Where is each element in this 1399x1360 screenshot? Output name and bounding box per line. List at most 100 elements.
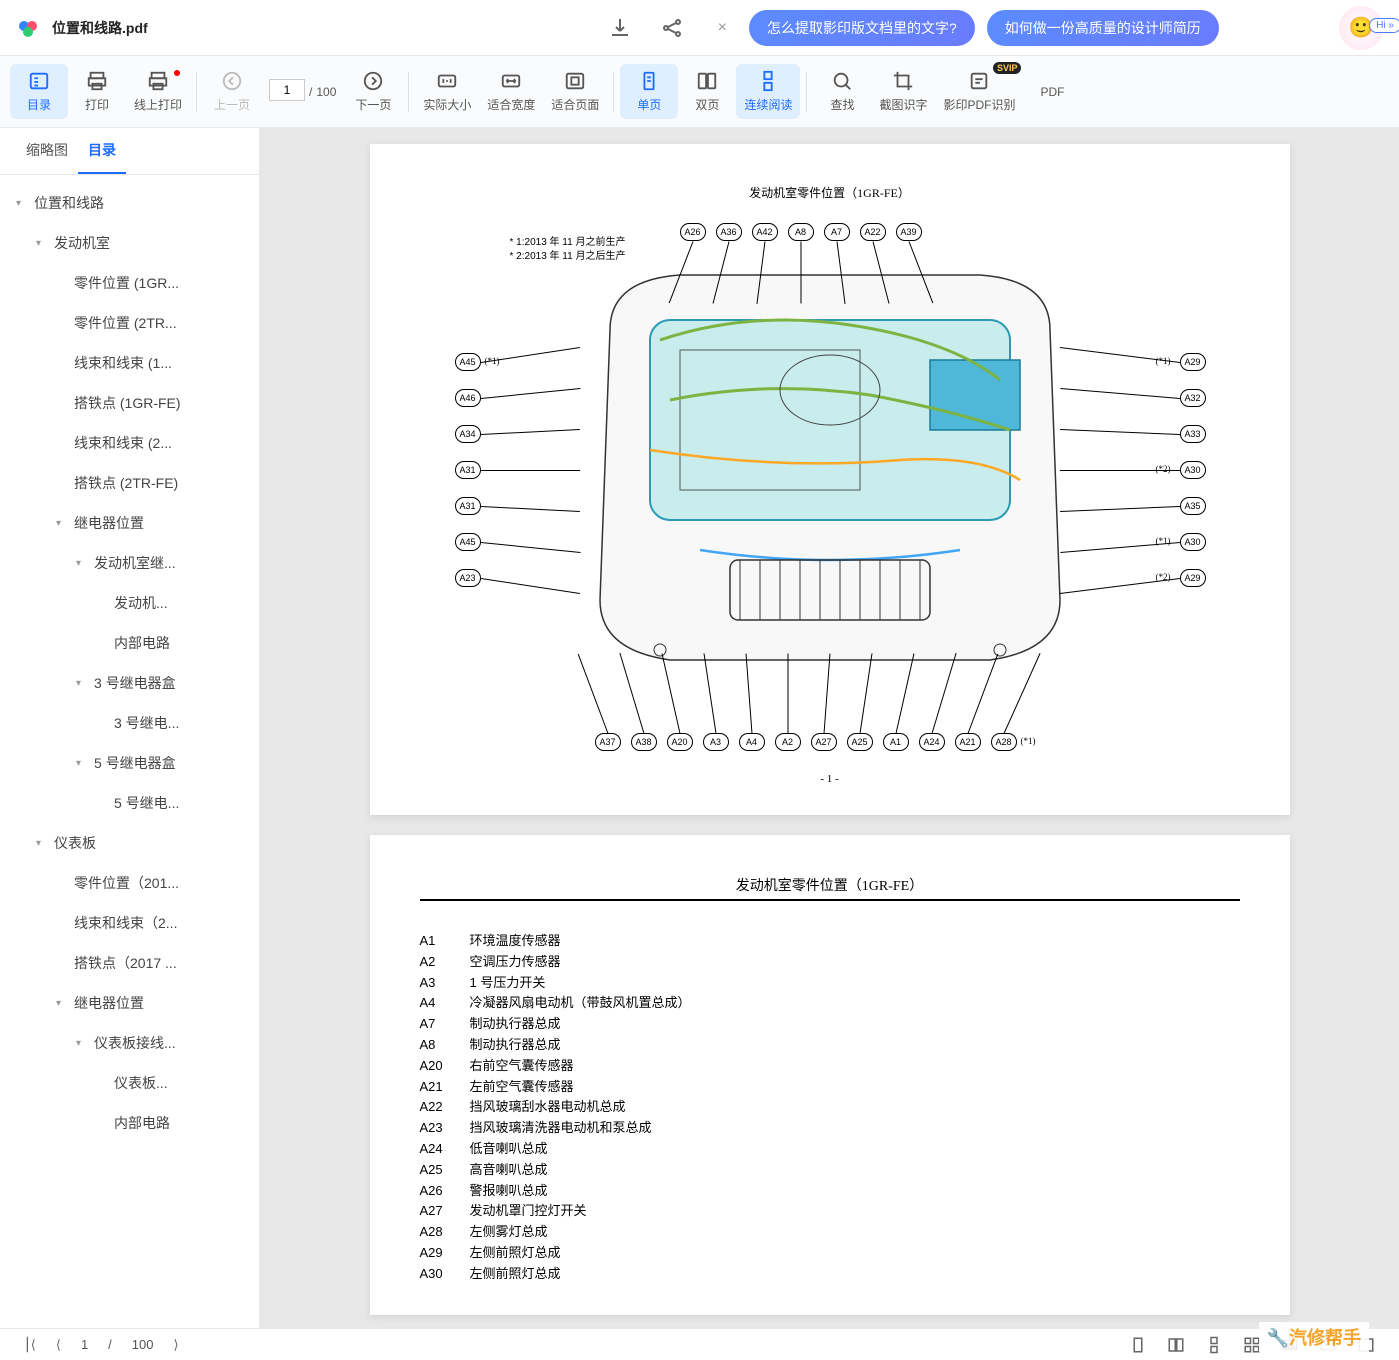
outline-item-label: 仪表板 [54, 833, 96, 853]
search-button[interactable]: 查找 [813, 64, 871, 119]
outline-item[interactable]: ▸线束和线束 (2... [0, 423, 259, 463]
part-description: 挡风玻璃刮水器电动机总成 [470, 1097, 626, 1118]
outline-item[interactable]: ▸仪表板... [0, 1063, 259, 1103]
table-row: A31 号压力开关 [420, 973, 1240, 994]
table-row: A24低音喇叭总成 [420, 1139, 1240, 1160]
chevron-down-icon[interactable]: ▾ [76, 1038, 90, 1049]
outline-item[interactable]: ▾3 号继电器盒 [0, 663, 259, 703]
outline-item-label: 5 号继电... [114, 793, 179, 813]
outline-item[interactable]: ▸搭铁点（2017 ... [0, 943, 259, 983]
double-view-icon[interactable] [1167, 1336, 1185, 1354]
chevron-down-icon[interactable]: ▾ [36, 238, 50, 249]
continuous-view-icon[interactable] [1205, 1336, 1223, 1354]
tab-thumbnails[interactable]: 缩略图 [16, 128, 78, 174]
outline-item[interactable]: ▸5 号继电... [0, 783, 259, 823]
diagram-label: A29 [1180, 353, 1206, 371]
fit-width-icon [500, 70, 522, 92]
outline-item[interactable]: ▸搭铁点 (2TR-FE) [0, 463, 259, 503]
single-page-button[interactable]: 单页 [620, 64, 678, 119]
diagram-label: A38 [631, 733, 657, 751]
next-page-button[interactable]: 下一页 [344, 64, 402, 119]
outline-item-label: 发动机... [114, 593, 168, 613]
table-row: A7制动执行器总成 [420, 1014, 1240, 1035]
outline-item[interactable]: ▾仪表板接线... [0, 1023, 259, 1063]
outline-item-label: 继电器位置 [74, 513, 144, 533]
outline-tree[interactable]: ▾位置和线路▾发动机室▸零件位置 (1GR...▸零件位置 (2TR...▸线束… [0, 175, 259, 1328]
part-code: A30 [420, 1264, 470, 1285]
close-suggestions-icon[interactable]: × [718, 19, 727, 37]
printer-icon [86, 70, 108, 92]
part-description: 冷凝器风扇电动机（带鼓风机置总成） [470, 993, 691, 1014]
pdf-ocr-button[interactable]: SVIP影印PDF识别 [935, 64, 1023, 119]
outline-item-label: 5 号继电器盒 [94, 753, 176, 773]
outline-item[interactable]: ▸线束和线束 (1... [0, 343, 259, 383]
chevron-down-icon[interactable]: ▾ [56, 518, 70, 529]
chevron-down-icon[interactable]: ▾ [76, 758, 90, 769]
outline-item-label: 继电器位置 [74, 993, 144, 1013]
prev-page-button[interactable]: 上一页 [203, 64, 261, 119]
cloud-print-button[interactable]: 线上打印 [126, 64, 190, 119]
outline-item-label: 线束和线束 (2... [74, 433, 172, 453]
outline-button[interactable]: 目录 [10, 64, 68, 119]
suggestion-pill-1[interactable]: 怎么提取影印版文档里的文字? [749, 10, 975, 46]
outline-item-label: 零件位置 (1GR... [74, 273, 179, 293]
pdf-more-button[interactable]: PDF [1023, 79, 1081, 105]
share-icon[interactable] [660, 16, 684, 40]
fit-page-button[interactable]: 适合页面 [543, 64, 607, 119]
outline-item[interactable]: ▸内部电路 [0, 1103, 259, 1143]
double-page-button[interactable]: 双页 [678, 64, 736, 119]
print-button[interactable]: 打印 [68, 64, 126, 119]
tab-outline[interactable]: 目录 [78, 128, 126, 174]
diagram-label: A36 [716, 223, 742, 241]
outline-item[interactable]: ▸零件位置 (2TR... [0, 303, 259, 343]
outline-item[interactable]: ▾发动机室继... [0, 543, 259, 583]
next-page-icon[interactable]: ⟩ [174, 1337, 179, 1353]
diagram-label: A31 [455, 461, 481, 479]
download-icon[interactable] [608, 16, 632, 40]
part-code: A4 [420, 993, 470, 1014]
diagram-label: A24 [919, 733, 945, 751]
outline-item[interactable]: ▾ 继电器位置 [0, 983, 259, 1023]
chevron-down-icon[interactable]: ▾ [36, 838, 50, 849]
outline-item[interactable]: ▸零件位置 (1GR... [0, 263, 259, 303]
prev-page-icon[interactable]: ⟨ [56, 1337, 61, 1353]
outline-item[interactable]: ▸线束和线束（2... [0, 903, 259, 943]
suggestion-pill-2[interactable]: 如何做一份高质量的设计师简历 [987, 10, 1219, 46]
single-view-icon[interactable] [1129, 1336, 1147, 1354]
outline-item[interactable]: ▾ 仪表板 [0, 823, 259, 863]
diagram-label: A30 [1180, 461, 1206, 479]
chevron-down-icon[interactable]: ▾ [56, 998, 70, 1009]
page-number-input[interactable] [269, 79, 305, 101]
part-description: 制动执行器总成 [470, 1014, 561, 1035]
first-page-icon[interactable]: ⎮⟨ [24, 1337, 36, 1353]
outline-item[interactable]: ▸内部电路 [0, 623, 259, 663]
document-viewport[interactable]: 发动机室零件位置（1GR-FE） * 1:2013 年 11 月之前生产 * 2… [260, 128, 1399, 1328]
outline-item[interactable]: ▾ 5 号继电器盒 [0, 743, 259, 783]
outline-item[interactable]: ▾位置和线路 [0, 183, 259, 223]
outline-item[interactable]: ▸零件位置（201... [0, 863, 259, 903]
fit-width-button[interactable]: 适合宽度 [479, 64, 543, 119]
part-code: A1 [420, 931, 470, 952]
diagram-label: A46 [455, 389, 481, 407]
double-page-icon [696, 70, 718, 92]
screenshot-ocr-button[interactable]: 截图识字 [871, 64, 935, 119]
continuous-button[interactable]: 连续阅读 [736, 64, 800, 119]
chevron-down-icon[interactable]: ▾ [76, 558, 90, 569]
chevron-down-icon[interactable]: ▾ [16, 198, 30, 209]
chevron-down-icon[interactable]: ▾ [76, 678, 90, 689]
outline-item-label: 零件位置 (2TR... [74, 313, 177, 333]
diagram-label: A34 [455, 425, 481, 443]
sidebar-tabs: 缩略图 目录 [0, 128, 259, 175]
outline-item[interactable]: ▾ 继电器位置 [0, 503, 259, 543]
chevron-right-icon [362, 70, 384, 92]
avatar[interactable]: 🙂 Hi » [1339, 6, 1383, 50]
ocr-icon [968, 70, 990, 92]
outline-item[interactable]: ▸搭铁点 (1GR-FE) [0, 383, 259, 423]
outline-item[interactable]: ▸发动机... [0, 583, 259, 623]
part-code: A8 [420, 1035, 470, 1056]
outline-item[interactable]: ▾发动机室 [0, 223, 259, 263]
actual-size-button[interactable]: 实际大小 [415, 64, 479, 119]
main-area: 缩略图 目录 ▾位置和线路▾发动机室▸零件位置 (1GR...▸零件位置 (2T… [0, 128, 1399, 1328]
table-row: A2空调压力传感器 [420, 952, 1240, 973]
outline-item[interactable]: ▸3 号继电... [0, 703, 259, 743]
